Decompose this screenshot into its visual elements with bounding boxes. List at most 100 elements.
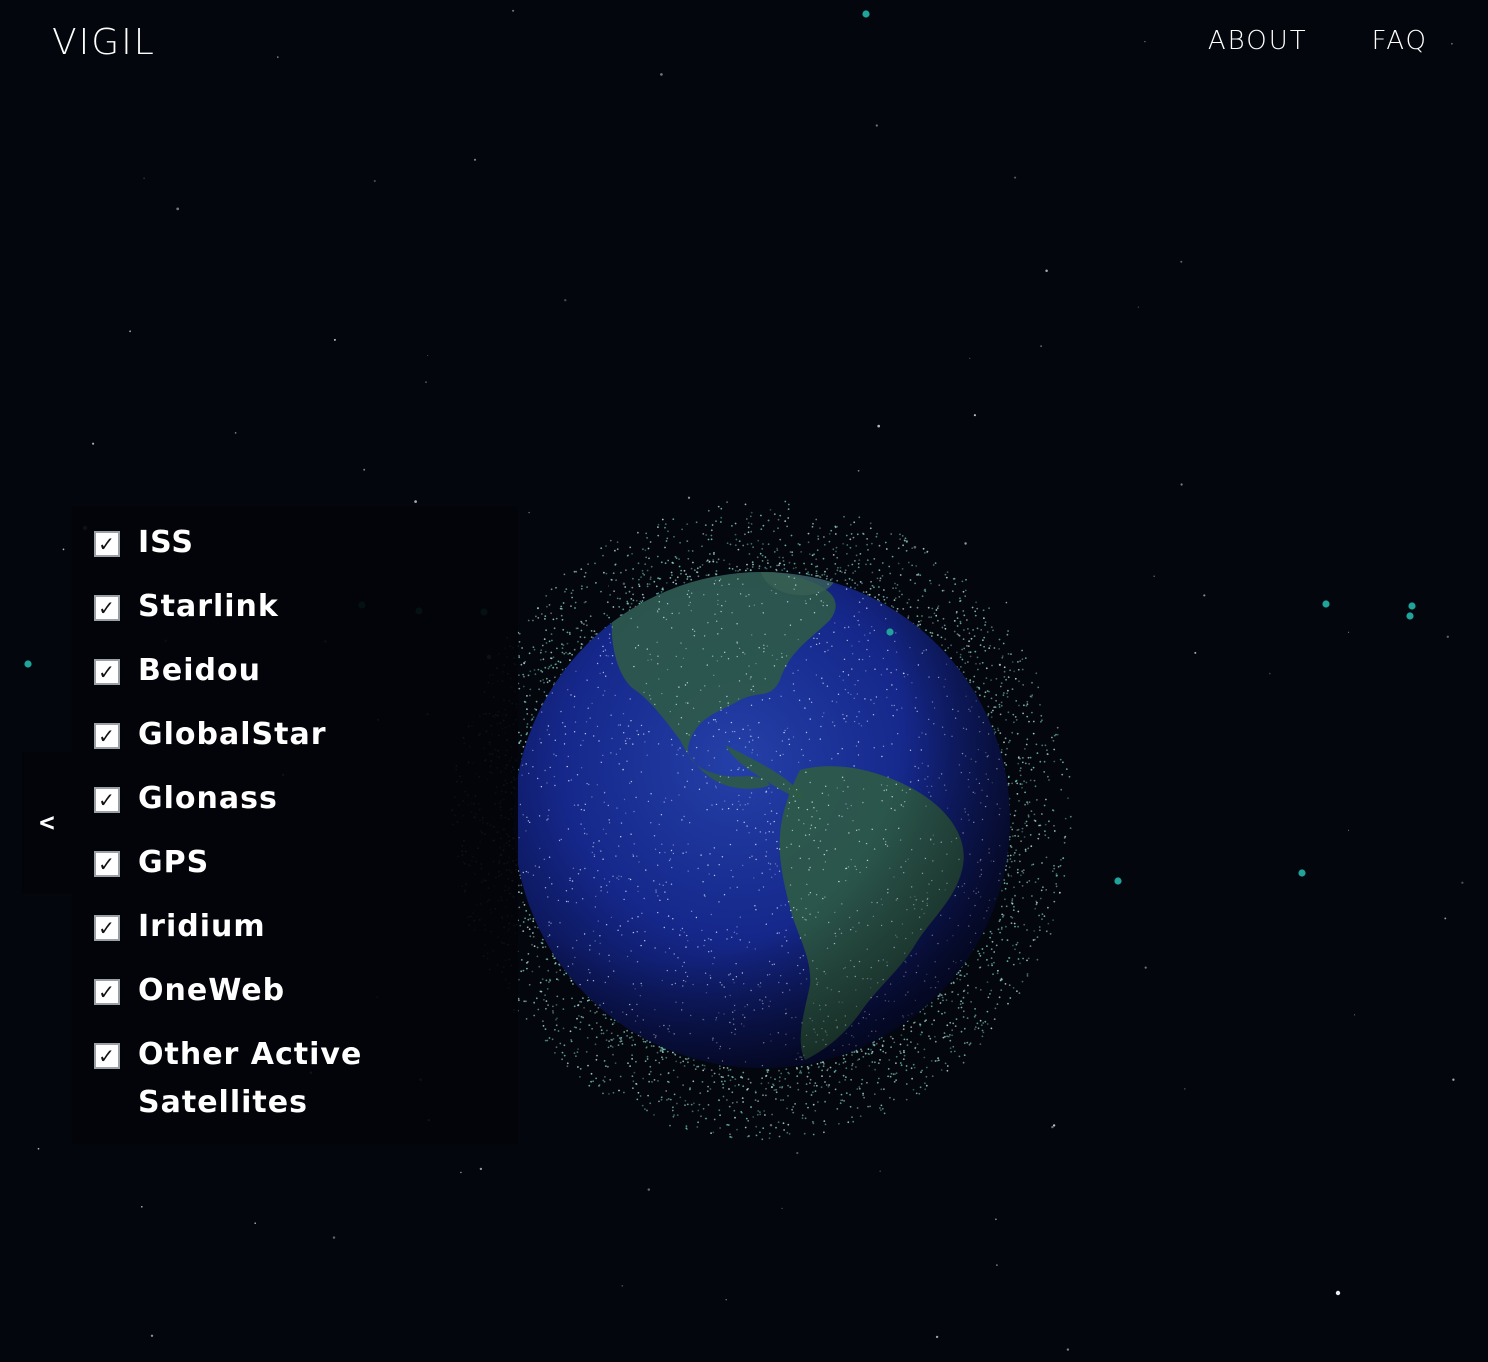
satellite-dot	[532, 646, 535, 649]
satellite-dot	[1002, 642, 1005, 645]
satellite-dot	[652, 1045, 655, 1047]
satellite-dot	[844, 571, 846, 574]
filter-globalstar[interactable]: ✓ GlobalStar	[94, 711, 494, 759]
filter-gps[interactable]: ✓ GPS	[94, 839, 494, 887]
iridium-checkbox[interactable]: ✓	[94, 915, 120, 941]
satellite-dot	[690, 567, 693, 570]
satellite-dot	[1024, 848, 1027, 851]
satellite-dot	[529, 688, 532, 691]
satellite-dot	[744, 503, 747, 506]
satellite-dot	[661, 518, 664, 521]
nav-about-link[interactable]: ABOUT	[1208, 26, 1308, 56]
filter-starlink[interactable]: ✓ Starlink	[94, 583, 494, 631]
satellite-dot	[607, 1046, 610, 1049]
starlink-checkbox[interactable]: ✓	[94, 595, 120, 621]
satellite-dot	[944, 638, 947, 641]
satellite-dot	[692, 1059, 695, 1061]
satellite-dot	[903, 1054, 906, 1057]
satellite-dot	[817, 535, 819, 538]
satellite-dot	[974, 650, 977, 653]
top-nav: ABOUT FAQ	[1208, 26, 1428, 56]
satellite-dot	[823, 543, 826, 546]
satellite-dot	[964, 595, 967, 598]
satellite-dot	[890, 605, 893, 607]
filter-oneweb[interactable]: ✓ OneWeb	[94, 967, 494, 1015]
satellite-dot	[1013, 814, 1016, 817]
satellite-dot	[760, 1082, 763, 1085]
filter-glonass[interactable]: ✓ Glonass	[94, 775, 494, 823]
satellite-dot	[900, 1034, 903, 1036]
other-active-checkbox[interactable]: ✓	[94, 1043, 120, 1069]
satellite-dot	[956, 625, 959, 627]
satellite-dot	[575, 1055, 577, 1057]
satellite-dot	[710, 538, 713, 541]
satellite-dot	[1000, 748, 1003, 751]
satellite-dot	[590, 630, 593, 632]
satellite-dot	[985, 667, 988, 670]
satellite-dot	[1008, 957, 1011, 959]
nav-faq-link[interactable]: FAQ	[1372, 26, 1428, 56]
star	[1348, 631, 1350, 633]
satellite-dot	[534, 926, 536, 928]
satellite-dot	[610, 1045, 612, 1047]
satellite-dot	[630, 598, 633, 600]
satellite-dot	[791, 554, 794, 557]
satellite-dot	[594, 562, 596, 565]
satellite-dot	[616, 1034, 619, 1037]
satellite-dot	[1038, 926, 1041, 928]
gps-checkbox[interactable]: ✓	[94, 851, 120, 877]
satellite-dot	[571, 596, 573, 599]
satellite-dot	[939, 1002, 942, 1004]
filter-iss[interactable]: ✓ ISS	[94, 519, 494, 567]
satellite-dot	[586, 1037, 589, 1039]
satellite-dot	[720, 516, 723, 519]
satellite-dot	[881, 562, 884, 564]
satellite-dot	[539, 651, 542, 654]
satellite-dot	[986, 631, 989, 633]
satellite-dot	[523, 700, 526, 703]
star	[1014, 176, 1017, 179]
satellite-dot	[834, 573, 837, 575]
filter-other-active[interactable]: ✓ Other Active Satellites	[94, 1031, 494, 1127]
earth[interactable]	[514, 562, 1010, 1068]
globalstar-checkbox[interactable]: ✓	[94, 723, 120, 749]
satellite-dot	[986, 959, 988, 961]
satellite-dot	[1022, 712, 1024, 715]
satellite-dot	[825, 577, 828, 580]
satellite-dot	[816, 574, 819, 577]
satellite-dot	[884, 1051, 887, 1054]
satellite-dot	[767, 1082, 770, 1084]
satellite-dot	[573, 1026, 576, 1028]
filter-label: Beidou	[138, 653, 261, 688]
satellite-dot	[542, 1020, 544, 1023]
star	[621, 1285, 624, 1287]
filter-iridium[interactable]: ✓ Iridium	[94, 903, 494, 951]
satellite-dot	[1052, 739, 1055, 742]
beidou-checkbox[interactable]: ✓	[94, 659, 120, 685]
satellite-dot	[705, 574, 708, 577]
satellite-dot	[570, 980, 573, 982]
filter-beidou[interactable]: ✓ Beidou	[94, 647, 494, 695]
satellite-dot	[1000, 751, 1003, 754]
iss-checkbox[interactable]: ✓	[94, 531, 120, 557]
satellite-dot	[855, 545, 858, 547]
oneweb-checkbox[interactable]: ✓	[94, 979, 120, 1005]
satellite-dot	[814, 1090, 817, 1093]
glonass-checkbox[interactable]: ✓	[94, 787, 120, 813]
star	[479, 1167, 483, 1171]
satellite-dot	[993, 647, 996, 649]
vigil-logo[interactable]: VIGIL	[52, 22, 156, 63]
satellite-dot	[1005, 925, 1007, 928]
satellite-dot	[897, 547, 900, 550]
satellite-dot	[607, 1065, 609, 1068]
satellite-dot	[1055, 874, 1058, 877]
satellite-dot	[1013, 886, 1015, 889]
satellite-dot	[1014, 894, 1016, 897]
satellite-dot	[995, 694, 998, 696]
sidebar-collapse-button[interactable]: <	[22, 752, 72, 894]
satellite-dot	[760, 528, 763, 531]
satellite-dot	[649, 576, 652, 579]
satellite-dot	[816, 1063, 819, 1065]
satellite-dot	[679, 1056, 681, 1059]
satellite-dot	[953, 1050, 956, 1053]
